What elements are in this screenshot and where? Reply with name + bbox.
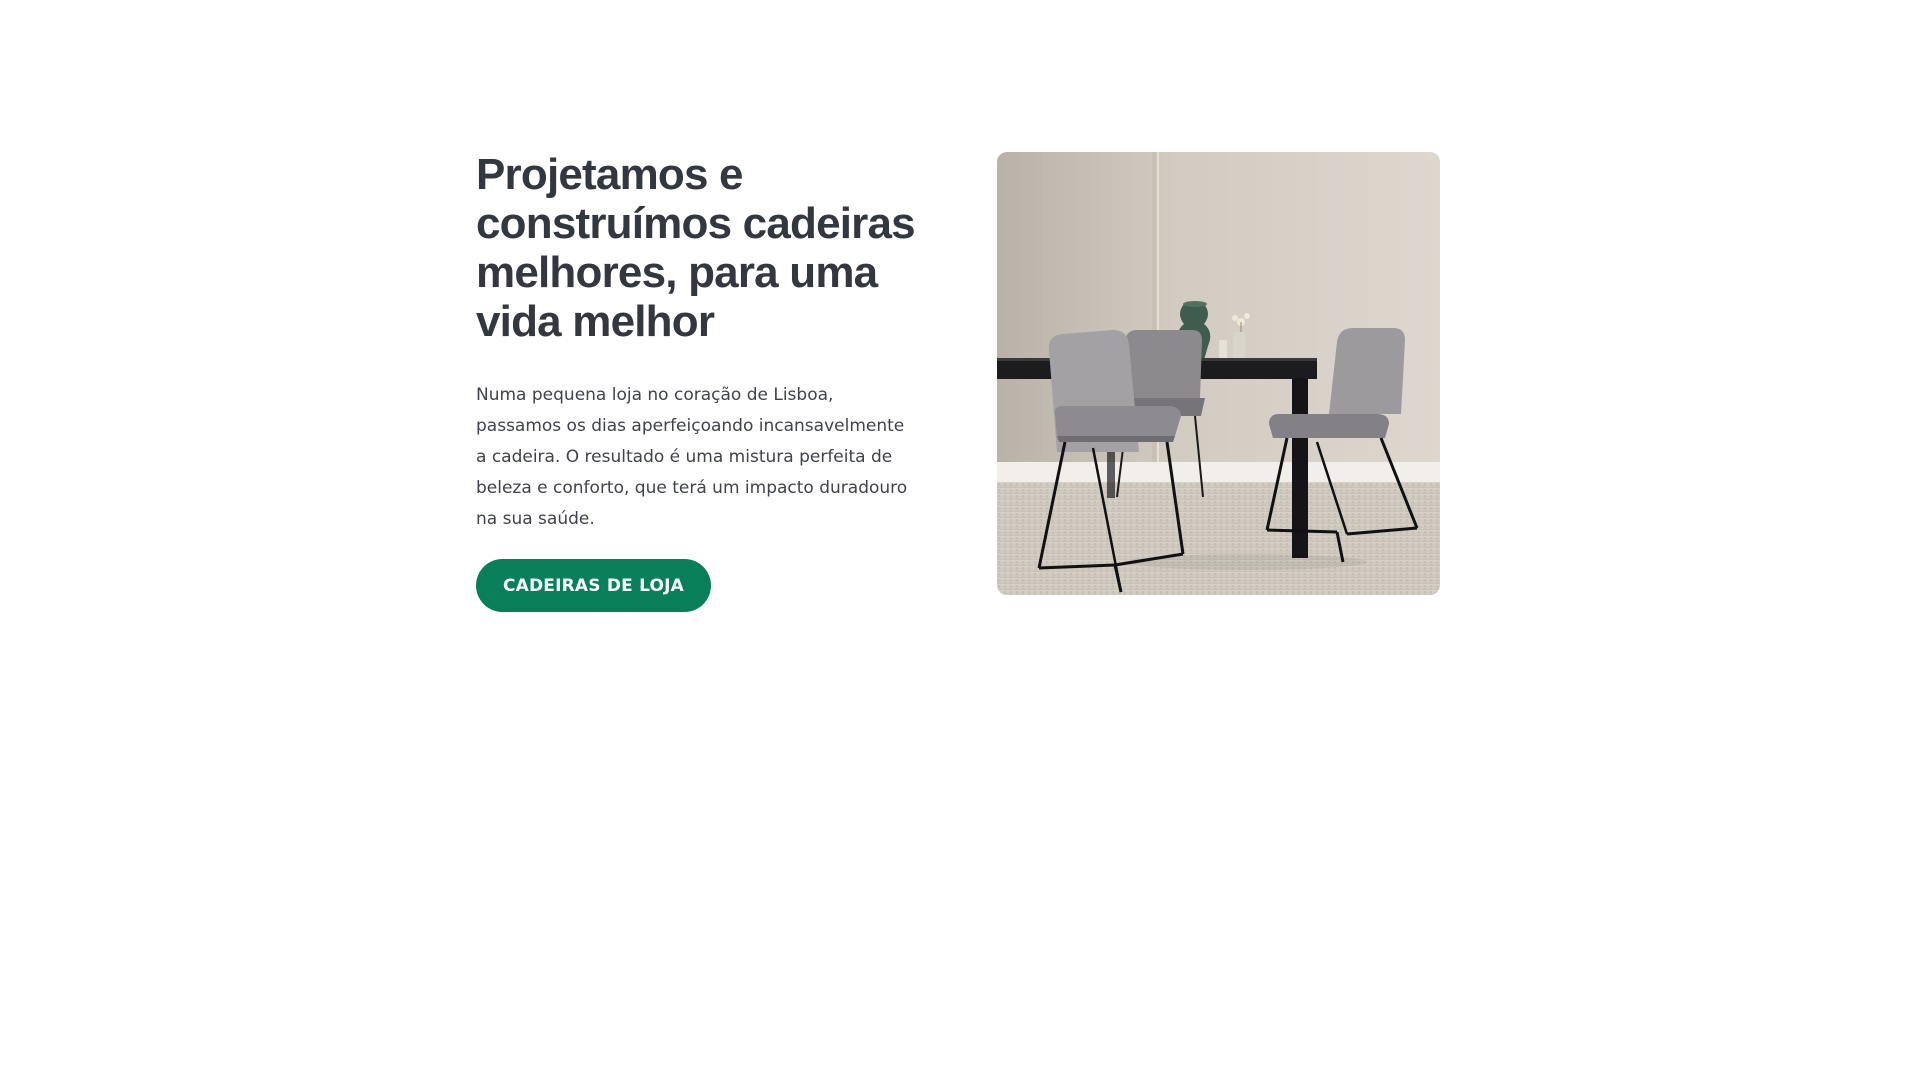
dining-room-photo bbox=[997, 152, 1440, 595]
hero-description: Numa pequena loja no coração de Lisboa, … bbox=[476, 385, 908, 529]
hero-title: Projetamos e construímos cadeiras melhor… bbox=[476, 150, 916, 346]
shop-chairs-button[interactable]: CADEIRAS DE LOJA bbox=[476, 559, 711, 612]
hero-image bbox=[997, 152, 1440, 595]
hero-section: Projetamos e construímos cadeiras melhor… bbox=[0, 0, 1920, 1080]
hero-text-block: Projetamos e construímos cadeiras melhor… bbox=[476, 150, 926, 612]
